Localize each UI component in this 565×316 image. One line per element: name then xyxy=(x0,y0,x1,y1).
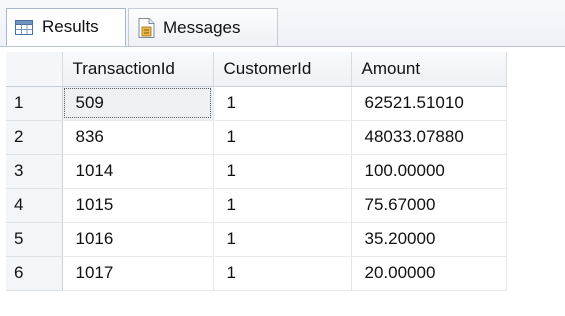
messages-document-icon xyxy=(138,17,155,38)
cell-transactionid[interactable]: 836 xyxy=(62,120,214,155)
grid-header-row: TransactionId CustomerId Amount xyxy=(6,52,507,87)
tab-results-label: Results xyxy=(42,17,99,36)
row-number[interactable]: 6 xyxy=(6,256,63,291)
table-row: 6 1017 1 20.00000 xyxy=(6,256,507,291)
cell-customerid[interactable]: 1 xyxy=(213,120,352,155)
table-row: 4 1015 1 75.67000 xyxy=(6,188,507,223)
query-results-pane: Results Messages TransactionId CustomerI… xyxy=(0,0,565,316)
tab-messages-label: Messages xyxy=(163,17,241,37)
cell-amount[interactable]: 75.67000 xyxy=(351,188,507,223)
cell-amount[interactable]: 62521.51010 xyxy=(351,86,507,121)
row-number[interactable]: 3 xyxy=(6,154,63,189)
cell-transactionid[interactable]: 509 xyxy=(62,86,214,121)
table-row: 2 836 1 48033.07880 xyxy=(6,120,507,155)
cell-customerid[interactable]: 1 xyxy=(213,188,352,223)
cell-customerid[interactable]: 1 xyxy=(213,86,352,121)
row-number[interactable]: 2 xyxy=(6,120,63,155)
table-row: 5 1016 1 35.20000 xyxy=(6,222,507,257)
cell-amount[interactable]: 48033.07880 xyxy=(351,120,507,155)
cell-amount[interactable]: 20.00000 xyxy=(351,256,507,291)
row-number[interactable]: 4 xyxy=(6,188,63,223)
tab-results[interactable]: Results xyxy=(6,8,126,46)
results-grid-icon xyxy=(15,19,33,35)
cell-customerid[interactable]: 1 xyxy=(213,222,352,257)
table-row: 1 509 1 62521.51010 xyxy=(6,86,507,121)
table-row: 3 1014 1 100.00000 xyxy=(6,154,507,189)
cell-transactionid[interactable]: 1014 xyxy=(62,154,214,189)
cell-transactionid[interactable]: 1016 xyxy=(62,222,214,257)
tab-messages[interactable]: Messages xyxy=(128,8,278,46)
cell-customerid[interactable]: 1 xyxy=(213,154,352,189)
results-grid: TransactionId CustomerId Amount 1 509 1 … xyxy=(6,52,507,291)
row-number[interactable]: 5 xyxy=(6,222,63,257)
row-number[interactable]: 1 xyxy=(6,86,63,121)
column-header-amount[interactable]: Amount xyxy=(351,52,507,87)
cell-customerid[interactable]: 1 xyxy=(213,256,352,291)
cell-transactionid[interactable]: 1017 xyxy=(62,256,214,291)
cell-amount[interactable]: 100.00000 xyxy=(351,154,507,189)
cell-amount[interactable]: 35.20000 xyxy=(351,222,507,257)
column-header-transactionid[interactable]: TransactionId xyxy=(62,52,214,87)
grid-corner-cell[interactable] xyxy=(6,52,63,87)
results-tab-strip: Results Messages xyxy=(0,0,565,47)
column-header-customerid[interactable]: CustomerId xyxy=(213,52,352,87)
cell-transactionid[interactable]: 1015 xyxy=(62,188,214,223)
